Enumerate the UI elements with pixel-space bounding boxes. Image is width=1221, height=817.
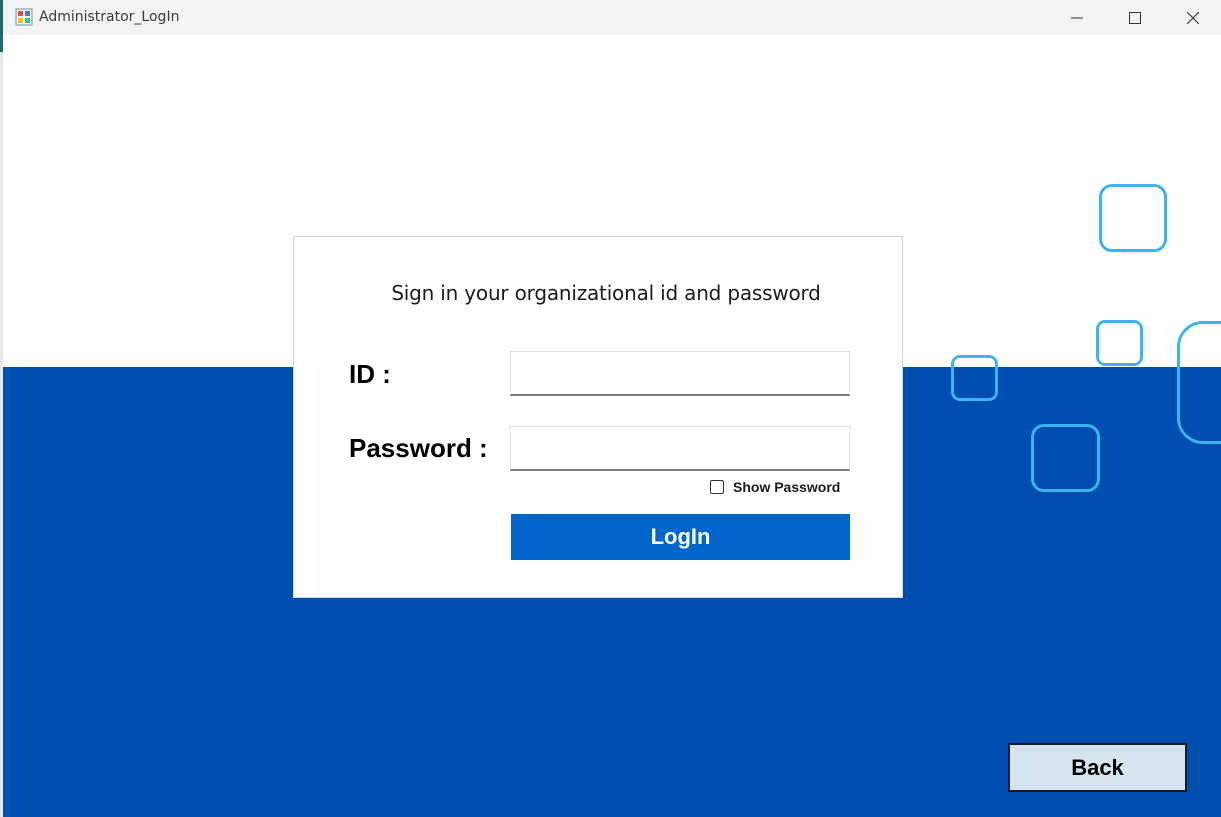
close-button[interactable]: [1164, 0, 1221, 35]
form-client-area: Sign in your organizational id and passw…: [3, 35, 1221, 817]
show-password-checkbox[interactable]: [710, 480, 724, 494]
maximize-icon: [1129, 11, 1141, 24]
app-window: Administrator_LogIn Sign in your organiz…: [0, 0, 1221, 817]
app-icon: [15, 8, 33, 26]
id-label: ID :: [349, 359, 391, 389]
maximize-button[interactable]: [1106, 0, 1164, 35]
id-input[interactable]: [510, 351, 850, 396]
title-bar[interactable]: Administrator_LogIn: [3, 0, 1221, 35]
decorative-square: [951, 355, 998, 401]
show-password-toggle[interactable]: Show Password: [710, 479, 840, 495]
back-button[interactable]: Back: [1008, 743, 1187, 792]
decorative-square: [1177, 321, 1221, 444]
show-password-label[interactable]: Show Password: [733, 479, 840, 495]
minimize-icon: [1071, 17, 1083, 18]
decorative-square: [1031, 424, 1100, 492]
window-title: Administrator_LogIn: [39, 9, 180, 25]
login-heading: Sign in your organizational id and passw…: [391, 281, 821, 305]
login-button[interactable]: LogIn: [511, 514, 850, 560]
close-icon: [1187, 11, 1199, 24]
minimize-button[interactable]: [1048, 0, 1106, 35]
password-label: Password :: [349, 433, 488, 463]
decorative-square: [1096, 320, 1143, 366]
password-input[interactable]: [510, 426, 850, 471]
login-panel: Sign in your organizational id and passw…: [293, 236, 903, 598]
decorative-square: [1099, 184, 1167, 252]
